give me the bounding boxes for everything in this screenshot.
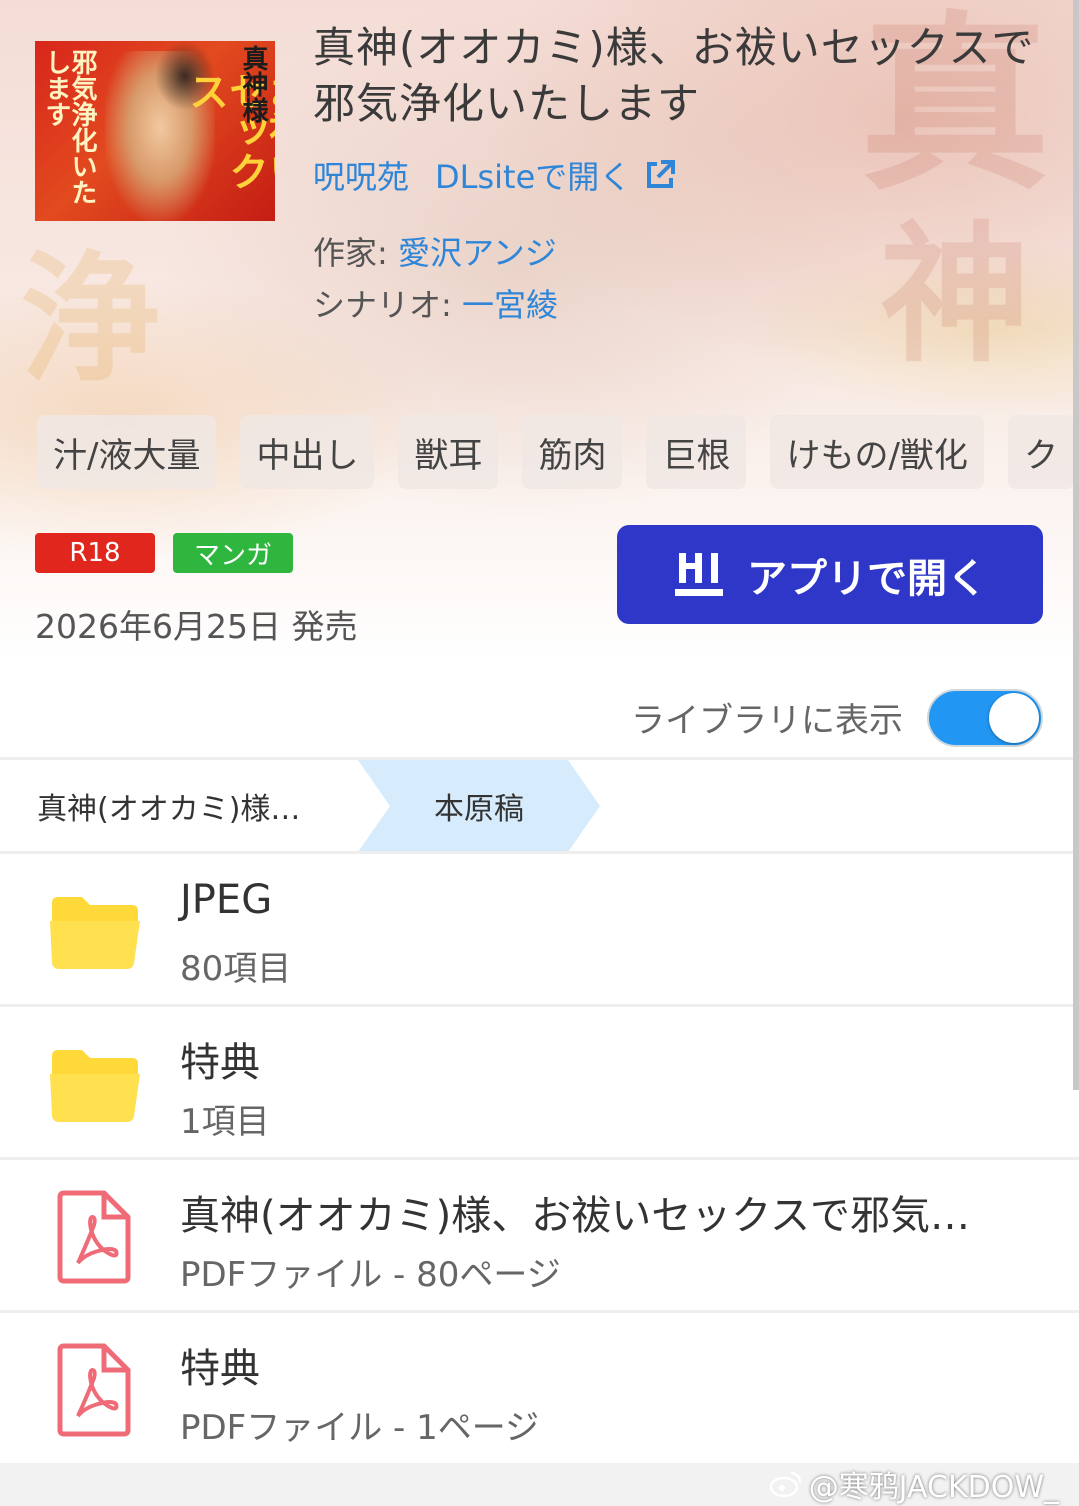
tag-chip[interactable]: 獣耳 (398, 415, 499, 489)
file-row[interactable]: 特典 PDFファイル - 1ページ (0, 1314, 1079, 1464)
breadcrumb-current[interactable]: 本原稿 (358, 760, 600, 852)
library-toggle[interactable] (927, 688, 1043, 747)
dlsite-link-label: DLsiteで開く (435, 158, 632, 196)
divider (0, 1004, 1079, 1007)
cover-image[interactable]: 邪気浄化いたします お祓いセックス 真神様 (35, 41, 275, 221)
library-row: ライブラリに表示 (0, 680, 1079, 755)
cover-title-top: 真神様 (238, 45, 268, 123)
tag-chip[interactable]: けもの/獣化 (770, 415, 984, 489)
file-name: 真神(オオカミ)様、お祓いセックスで邪気… (180, 1193, 971, 1239)
file-meta: PDFファイル - 80ページ (180, 1255, 561, 1295)
tag-chip[interactable]: 汁/液大量 (37, 415, 217, 489)
work-links: 呪呪苑 DLsiteで開く (313, 152, 677, 198)
dlsite-link[interactable]: DLsiteで開く (435, 152, 677, 198)
work-title: 真神(オオカミ)様、お祓いセックスで邪気浄化いたします (313, 23, 1035, 128)
open-app-button[interactable]: アプリで開く (617, 525, 1043, 624)
folder-icon (50, 1050, 140, 1122)
watermark-text: @寒鸦JACKDOW_ (808, 1470, 1059, 1505)
breadcrumb-parent[interactable]: 真神(オオカミ)様… (37, 760, 300, 852)
tag-chip[interactable]: ク (1007, 415, 1074, 489)
background-art: 神 (880, 207, 1031, 383)
tag-chip[interactable]: 巨根 (646, 415, 747, 489)
breadcrumb: 真神(オオカミ)様… 本原稿 (0, 760, 1079, 852)
tag-list: 汁/液大量 中出し 獣耳 筋肉 巨根 けもの/獣化 ク (37, 415, 1074, 489)
file-meta: 1項目 (180, 1102, 270, 1142)
tag-chip[interactable]: 筋肉 (522, 415, 623, 489)
scenario-link[interactable]: 一宮綾 (462, 286, 558, 324)
author-label: 作家: (313, 234, 388, 272)
open-app-label: アプリで開く (747, 555, 987, 602)
file-row[interactable]: 真神(オオカミ)様、お祓いセックスで邪気… PDFファイル - 80ページ (0, 1161, 1079, 1311)
scenario-row: シナリオ: 一宮綾 (313, 280, 558, 326)
cover-title-left: 邪気浄化いたします (41, 49, 97, 205)
watermark: @寒鸦JACKDOW_ (769, 1462, 1059, 1506)
scrollbar[interactable] (1073, 0, 1079, 1090)
divider (0, 1157, 1079, 1160)
file-name: 特典 (180, 1040, 260, 1086)
badge-row: R18 マンガ (35, 533, 293, 573)
file-name: 特典 (180, 1346, 260, 1392)
external-link-icon (647, 160, 676, 188)
divider (0, 1310, 1079, 1313)
author-link[interactable]: 愛沢アンジ (398, 234, 557, 272)
pdf-icon (57, 1343, 131, 1437)
file-meta: PDFファイル - 1ページ (180, 1408, 540, 1448)
toggle-knob (989, 692, 1039, 743)
file-row[interactable]: 特典 1項目 (0, 1008, 1079, 1158)
weibo-icon (769, 1471, 801, 1498)
author-row: 作家: 愛沢アンジ (313, 228, 557, 274)
scenario-label: シナリオ: (313, 286, 452, 324)
app-logo-icon (675, 552, 723, 596)
library-label: ライブラリに表示 (631, 701, 903, 741)
background-art: 浄 (20, 238, 161, 402)
breadcrumb-current-label: 本原稿 (434, 792, 524, 827)
file-row[interactable]: JPEG 80項目 (0, 855, 1079, 1005)
type-badge: マンガ (173, 533, 293, 573)
file-meta: 80項目 (180, 949, 292, 989)
file-name: JPEG (180, 877, 273, 923)
circle-link[interactable]: 呪呪苑 (313, 152, 409, 198)
divider (0, 851, 1079, 854)
folder-icon (50, 897, 140, 969)
release-date: 2026年6月25日 発売 (35, 607, 358, 646)
tag-chip[interactable]: 中出し (240, 415, 375, 489)
rating-badge: R18 (35, 533, 155, 573)
pdf-icon (57, 1190, 131, 1284)
